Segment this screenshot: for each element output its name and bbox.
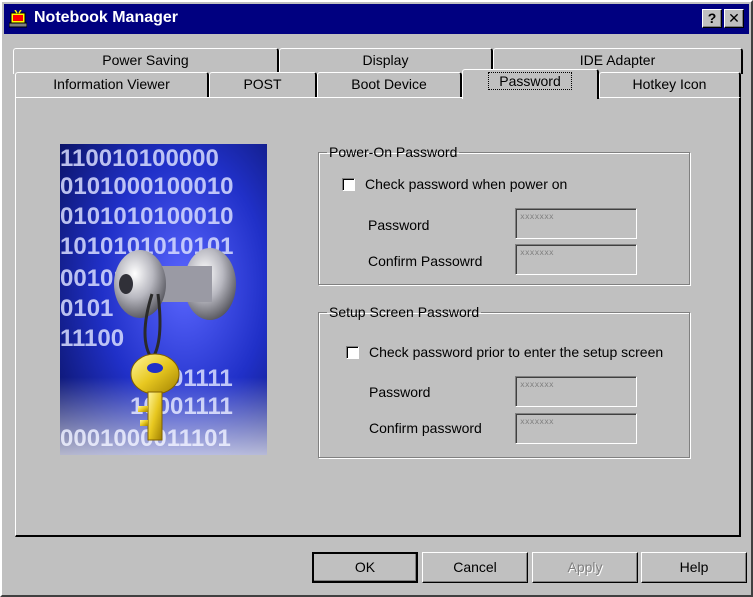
group-title: Power-On Password <box>329 144 458 160</box>
checkbox-label: Check password when power on <box>365 176 568 192</box>
password-tab-panel: 110010100000 0101000100010 0101010100010… <box>15 97 741 537</box>
power-on-password-field[interactable]: xxxxxxx <box>515 208 637 239</box>
tab-post[interactable]: POST <box>209 72 317 97</box>
tab-label: POST <box>243 76 282 92</box>
tab-hotkey-icon[interactable]: Hotkey Icon <box>599 72 741 97</box>
power-on-check-row[interactable]: Check password when power on <box>342 176 567 192</box>
tab-display[interactable]: Display <box>279 48 493 74</box>
tab-label: Display <box>362 52 409 68</box>
binary-background: 110010100000 0101000100010 0101010100010… <box>60 144 267 455</box>
tab-label: Password <box>488 72 572 90</box>
cancel-button[interactable]: Cancel <box>422 552 528 583</box>
setup-screen-check-row[interactable]: Check password prior to enter the setup … <box>346 344 663 360</box>
tab-power-saving[interactable]: Power Saving <box>13 48 279 74</box>
close-title-button[interactable]: ✕ <box>724 9 744 28</box>
setup-screen-checkbox[interactable] <box>346 345 359 359</box>
setup-screen-password-field[interactable]: xxxxxxx <box>515 376 637 407</box>
help-button[interactable]: Help <box>641 552 747 583</box>
confirm-password-label: Confirm Passowrd <box>368 253 483 269</box>
power-on-confirm-field[interactable]: xxxxxxx <box>515 244 637 275</box>
tab-information-viewer[interactable]: Information Viewer <box>15 72 209 97</box>
key-lock-illustration: 110010100000 0101000100010 0101010100010… <box>60 144 267 455</box>
button-label: OK <box>354 559 376 575</box>
title-bar[interactable]: Notebook Manager ? ✕ <box>4 4 749 34</box>
checkbox-label: Check password prior to enter the setup … <box>369 344 664 360</box>
notebook-manager-window: Notebook Manager ? ✕ Power Saving Displa… <box>0 0 753 597</box>
password-label: Password <box>368 217 430 233</box>
power-on-checkbox[interactable] <box>342 177 355 191</box>
group-title: Setup Screen Password <box>329 304 480 320</box>
tab-boot-device[interactable]: Boot Device <box>317 72 462 97</box>
apply-button[interactable]: Apply <box>532 552 638 583</box>
tab-label: Boot Device <box>351 76 427 92</box>
button-label: Apply <box>567 559 603 575</box>
ok-button[interactable]: OK <box>312 552 418 583</box>
button-label: Cancel <box>453 559 497 575</box>
notebook-app-icon <box>9 10 27 28</box>
button-label: Help <box>679 559 709 575</box>
window-title: Notebook Manager <box>34 9 179 26</box>
tab-label: IDE Adapter <box>579 52 656 68</box>
tab-label: Information Viewer <box>53 76 170 92</box>
confirm-password-label: Confirm password <box>369 420 482 436</box>
tab-password[interactable]: Password <box>462 69 599 99</box>
tab-label: Hotkey Icon <box>632 76 707 92</box>
password-label: Password <box>369 384 431 400</box>
setup-screen-confirm-field[interactable]: xxxxxxx <box>515 413 637 444</box>
help-title-button[interactable]: ? <box>702 9 722 28</box>
tab-label: Power Saving <box>102 52 189 68</box>
